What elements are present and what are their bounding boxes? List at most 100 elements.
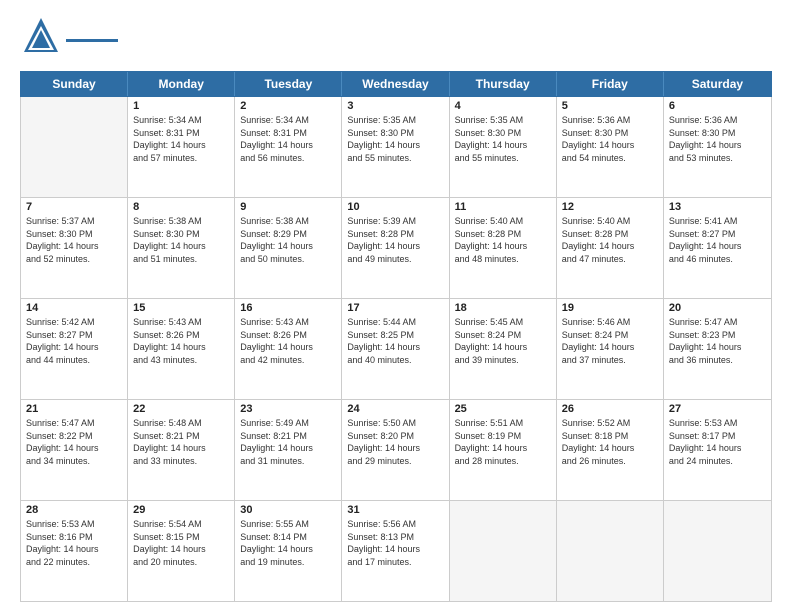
day-number: 17 [347, 302, 443, 314]
calendar-cell [557, 501, 664, 601]
day-number: 4 [455, 100, 551, 112]
calendar-cell: 31 Sunrise: 5:56 AMSunset: 8:13 PMDayligh… [342, 501, 449, 601]
day-number: 13 [669, 201, 766, 213]
day-number: 21 [26, 403, 122, 415]
calendar-cell: 28Sunrise: 5:53 AMSunset: 8:16 PMDayligh… [21, 501, 128, 601]
calendar-cell: 6 Sunrise: 5:36 AMSunset: 8:30 PMDaylight… [664, 97, 771, 197]
calendar-body: 1 Sunrise: 5:34 AMSunset: 8:31 PMDaylight… [20, 97, 772, 602]
cell-info: Sunrise: 5:52 AMSunset: 8:18 PMDaylight:… [562, 417, 658, 467]
day-number: 9 [240, 201, 336, 213]
calendar-cell: 29Sunrise: 5:54 AMSunset: 8:15 PMDayligh… [128, 501, 235, 601]
header-cell-tuesday: Tuesday [235, 72, 342, 96]
day-number: 18 [455, 302, 551, 314]
calendar-cell: 14 Sunrise: 5:42 AMSunset: 8:27 PMDayligh… [21, 299, 128, 399]
day-number: 31 [347, 504, 443, 516]
calendar-cell [450, 501, 557, 601]
cell-info: Sunrise: 5:38 AMSunset: 8:30 PMDaylight:… [133, 215, 229, 265]
calendar-cell: 18 Sunrise: 5:45 AMSunset: 8:24 PMDayligh… [450, 299, 557, 399]
cell-info: Sunrise: 5:43 AMSunset: 8:26 PMDaylight:… [133, 316, 229, 366]
cell-info: Sunrise: 5:46 AMSunset: 8:24 PMDaylight:… [562, 316, 658, 366]
cell-info: Sunrise: 5:53 AMSunset: 8:17 PMDaylight:… [669, 417, 766, 467]
cell-info: Sunrise: 5:36 AMSunset: 8:30 PMDaylight:… [669, 114, 766, 164]
calendar-cell: 24 Sunrise: 5:50 AMSunset: 8:20 PMDayligh… [342, 400, 449, 500]
cell-info: Sunrise: 5:41 AMSunset: 8:27 PMDaylight:… [669, 215, 766, 265]
calendar-cell: 21 Sunrise: 5:47 AMSunset: 8:22 PMDayligh… [21, 400, 128, 500]
day-number: 10 [347, 201, 443, 213]
calendar-cell [664, 501, 771, 601]
cell-info: Sunrise: 5:47 AMSunset: 8:23 PMDaylight:… [669, 316, 766, 366]
calendar-cell: 5Sunrise: 5:36 AMSunset: 8:30 PMDaylight… [557, 97, 664, 197]
cell-info: Sunrise: 5:47 AMSunset: 8:22 PMDaylight:… [26, 417, 122, 467]
header-cell-wednesday: Wednesday [342, 72, 449, 96]
calendar-cell: 22 Sunrise: 5:48 AMSunset: 8:21 PMDayligh… [128, 400, 235, 500]
cell-info: Sunrise: 5:40 AMSunset: 8:28 PMDaylight:… [562, 215, 658, 265]
calendar-cell: 15 Sunrise: 5:43 AMSunset: 8:26 PMDayligh… [128, 299, 235, 399]
day-number: 29 [133, 504, 229, 516]
cell-info: Sunrise: 5:40 AMSunset: 8:28 PMDaylight:… [455, 215, 551, 265]
cell-info: Sunrise: 5:35 AMSunset: 8:30 PMDaylight:… [455, 114, 551, 164]
logo-underline [66, 39, 118, 42]
header-cell-saturday: Saturday [664, 72, 771, 96]
calendar-cell: 13 Sunrise: 5:41 AMSunset: 8:27 PMDayligh… [664, 198, 771, 298]
calendar-cell: 16 Sunrise: 5:43 AMSunset: 8:26 PMDayligh… [235, 299, 342, 399]
calendar-row-2: 7Sunrise: 5:37 AMSunset: 8:30 PMDaylight… [21, 198, 771, 299]
calendar-cell: 4 Sunrise: 5:35 AMSunset: 8:30 PMDaylight… [450, 97, 557, 197]
calendar-cell: 3Sunrise: 5:35 AMSunset: 8:30 PMDaylight… [342, 97, 449, 197]
cell-info: Sunrise: 5:45 AMSunset: 8:24 PMDaylight:… [455, 316, 551, 366]
day-number: 19 [562, 302, 658, 314]
calendar-cell: 25Sunrise: 5:51 AMSunset: 8:19 PMDayligh… [450, 400, 557, 500]
calendar-header: SundayMondayTuesdayWednesdayThursdayFrid… [20, 71, 772, 97]
cell-info: Sunrise: 5:51 AMSunset: 8:19 PMDaylight:… [455, 417, 551, 467]
cell-info: Sunrise: 5:53 AMSunset: 8:16 PMDaylight:… [26, 518, 122, 568]
calendar-cell: 8 Sunrise: 5:38 AMSunset: 8:30 PMDaylight… [128, 198, 235, 298]
day-number: 8 [133, 201, 229, 213]
logo [20, 16, 118, 63]
calendar-row-3: 14 Sunrise: 5:42 AMSunset: 8:27 PMDayligh… [21, 299, 771, 400]
calendar: SundayMondayTuesdayWednesdayThursdayFrid… [20, 71, 772, 602]
cell-info: Sunrise: 5:44 AMSunset: 8:25 PMDaylight:… [347, 316, 443, 366]
day-number: 22 [133, 403, 229, 415]
calendar-cell: 12 Sunrise: 5:40 AMSunset: 8:28 PMDayligh… [557, 198, 664, 298]
cell-info: Sunrise: 5:34 AMSunset: 8:31 PMDaylight:… [133, 114, 229, 164]
day-number: 12 [562, 201, 658, 213]
calendar-row-5: 28Sunrise: 5:53 AMSunset: 8:16 PMDayligh… [21, 501, 771, 601]
calendar-cell: 26 Sunrise: 5:52 AMSunset: 8:18 PMDayligh… [557, 400, 664, 500]
day-number: 6 [669, 100, 766, 112]
cell-info: Sunrise: 5:55 AMSunset: 8:14 PMDaylight:… [240, 518, 336, 568]
day-number: 23 [240, 403, 336, 415]
header-cell-friday: Friday [557, 72, 664, 96]
day-number: 11 [455, 201, 551, 213]
day-number: 26 [562, 403, 658, 415]
calendar-cell: 20 Sunrise: 5:47 AMSunset: 8:23 PMDayligh… [664, 299, 771, 399]
calendar-cell: 7Sunrise: 5:37 AMSunset: 8:30 PMDaylight… [21, 198, 128, 298]
calendar-cell: 27 Sunrise: 5:53 AMSunset: 8:17 PMDayligh… [664, 400, 771, 500]
calendar-cell: 1 Sunrise: 5:34 AMSunset: 8:31 PMDaylight… [128, 97, 235, 197]
cell-info: Sunrise: 5:50 AMSunset: 8:20 PMDaylight:… [347, 417, 443, 467]
cell-info: Sunrise: 5:42 AMSunset: 8:27 PMDaylight:… [26, 316, 122, 366]
logo-icon [20, 16, 62, 58]
day-number: 16 [240, 302, 336, 314]
header [20, 16, 772, 63]
day-number: 5 [562, 100, 658, 112]
day-number: 27 [669, 403, 766, 415]
header-cell-monday: Monday [128, 72, 235, 96]
calendar-row-4: 21 Sunrise: 5:47 AMSunset: 8:22 PMDayligh… [21, 400, 771, 501]
cell-info: Sunrise: 5:43 AMSunset: 8:26 PMDaylight:… [240, 316, 336, 366]
day-number: 15 [133, 302, 229, 314]
cell-info: Sunrise: 5:38 AMSunset: 8:29 PMDaylight:… [240, 215, 336, 265]
header-cell-thursday: Thursday [450, 72, 557, 96]
header-cell-sunday: Sunday [21, 72, 128, 96]
day-number: 24 [347, 403, 443, 415]
cell-info: Sunrise: 5:49 AMSunset: 8:21 PMDaylight:… [240, 417, 336, 467]
day-number: 14 [26, 302, 122, 314]
day-number: 20 [669, 302, 766, 314]
day-number: 7 [26, 201, 122, 213]
day-number: 1 [133, 100, 229, 112]
day-number: 2 [240, 100, 336, 112]
cell-info: Sunrise: 5:48 AMSunset: 8:21 PMDaylight:… [133, 417, 229, 467]
calendar-cell: 10Sunrise: 5:39 AMSunset: 8:28 PMDayligh… [342, 198, 449, 298]
calendar-row-1: 1 Sunrise: 5:34 AMSunset: 8:31 PMDaylight… [21, 97, 771, 198]
page: SundayMondayTuesdayWednesdayThursdayFrid… [0, 0, 792, 612]
cell-info: Sunrise: 5:56 AMSunset: 8:13 PMDaylight:… [347, 518, 443, 568]
calendar-cell: 9 Sunrise: 5:38 AMSunset: 8:29 PMDaylight… [235, 198, 342, 298]
